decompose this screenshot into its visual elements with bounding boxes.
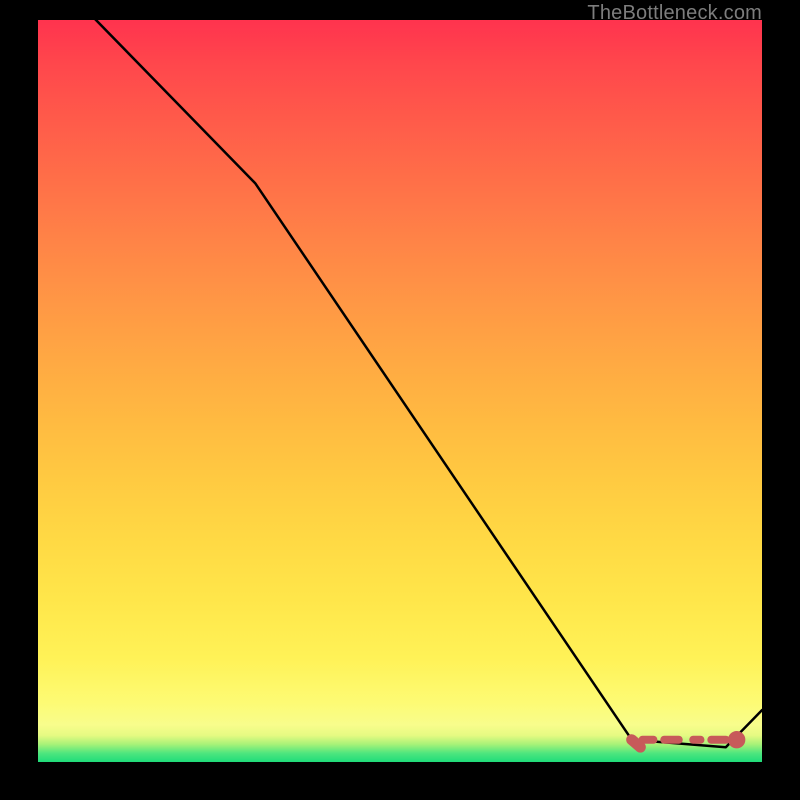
highlight-dot (728, 731, 745, 748)
main-line (38, 0, 762, 747)
chart-canvas: TheBottleneck.com (0, 0, 800, 800)
chart-overlay (38, 20, 762, 762)
